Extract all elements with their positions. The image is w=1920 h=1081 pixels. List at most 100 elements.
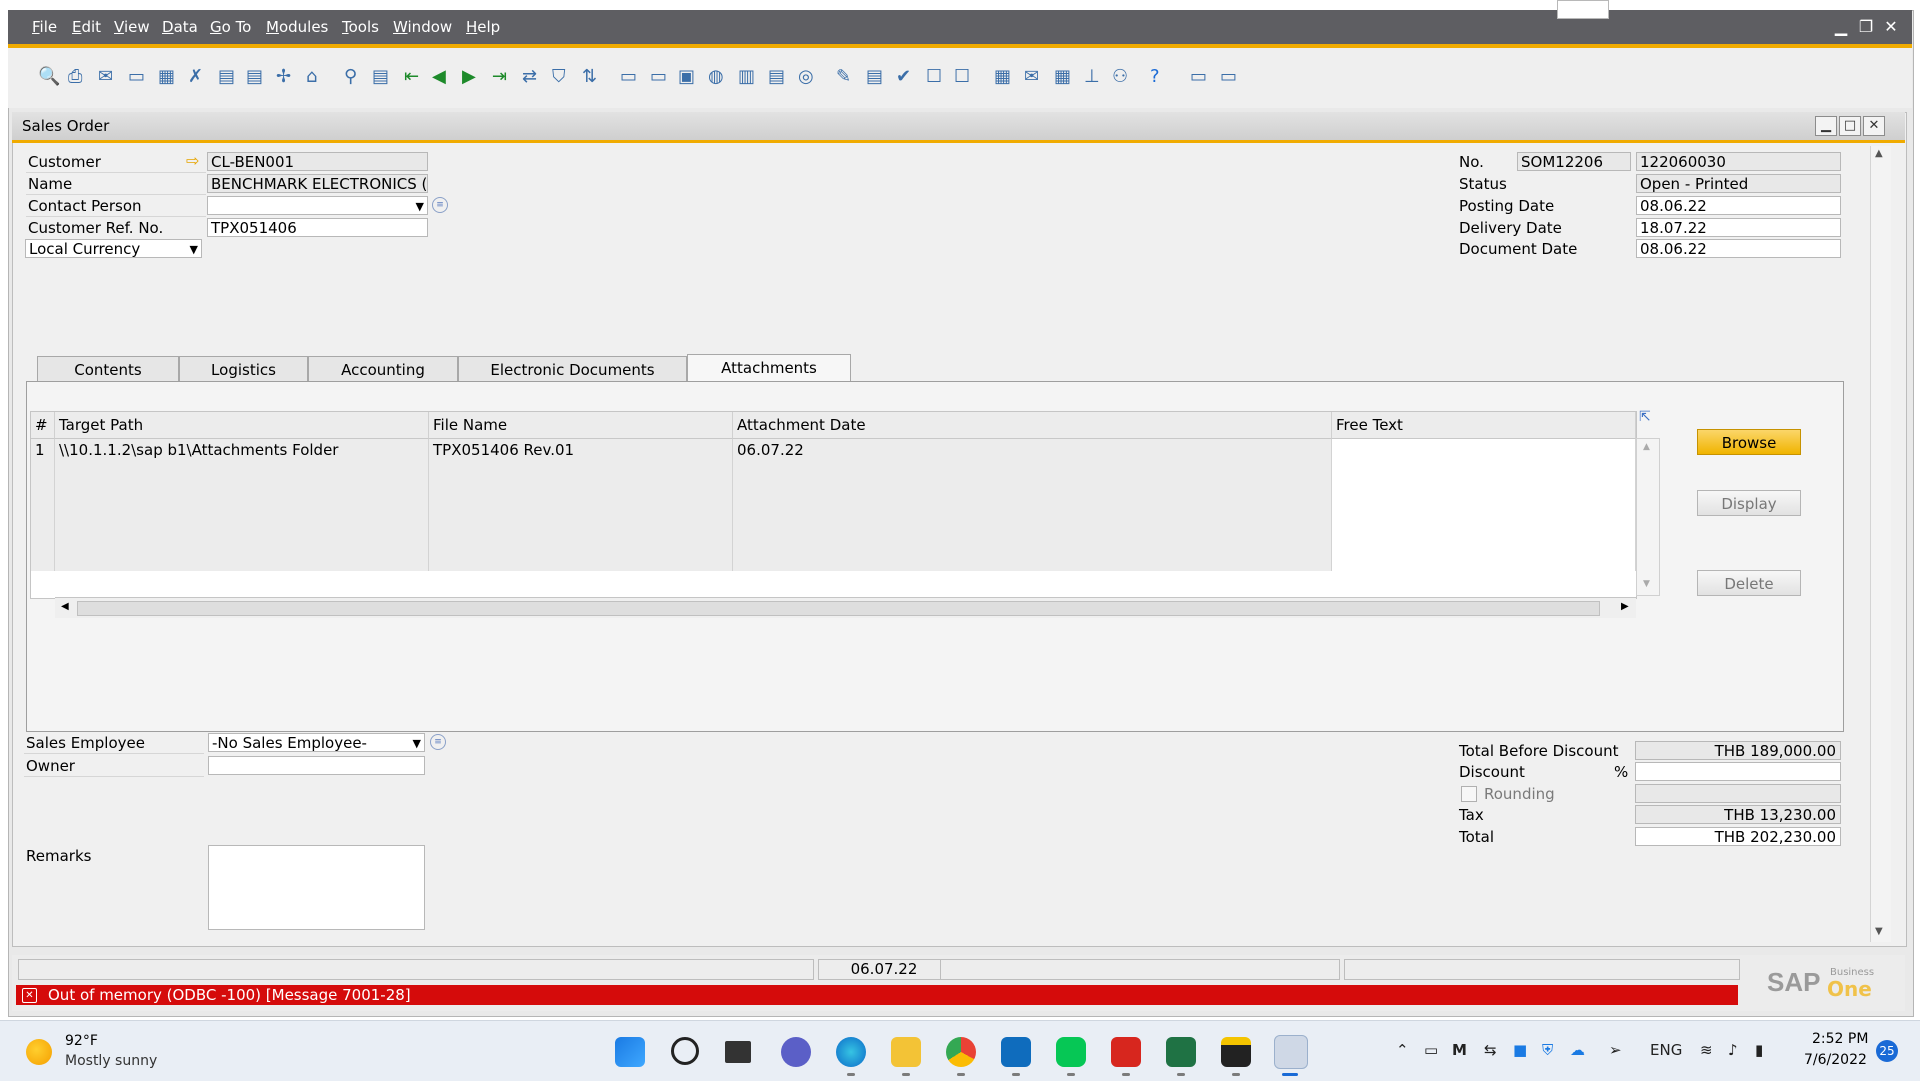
expand-icon[interactable]: ⇱ xyxy=(1639,409,1651,425)
column-header-file-name[interactable]: File Name xyxy=(429,412,733,439)
refresh-icon[interactable]: ⇄ xyxy=(522,66,546,90)
language-indicator[interactable]: ENG xyxy=(1650,1041,1682,1059)
send-icon[interactable]: ➢ xyxy=(1609,1041,1622,1059)
menu-tools[interactable]: Tools xyxy=(342,18,379,36)
form-scrollbar[interactable]: ▲ ▼ xyxy=(1870,146,1891,942)
chevron-up-icon[interactable]: ⌃ xyxy=(1396,1041,1409,1059)
help-icon[interactable]: ? xyxy=(1150,66,1174,90)
previous-icon[interactable]: ◀ xyxy=(432,66,456,90)
free-text-cell[interactable] xyxy=(1332,439,1636,461)
table-row[interactable] xyxy=(31,549,1636,571)
menu-data[interactable]: Data xyxy=(162,18,198,36)
mail-alert-icon[interactable]: ✉ xyxy=(1024,66,1048,90)
first-icon[interactable]: ⇤ xyxy=(404,66,428,90)
message-icon[interactable]: ☐ xyxy=(926,66,950,90)
restore-icon[interactable]: ❐ xyxy=(1857,18,1875,36)
menu-file[interactable]: File xyxy=(32,18,57,36)
so-maximize-icon[interactable]: □ xyxy=(1839,116,1861,136)
base-document-icon[interactable]: ▭ xyxy=(620,66,644,90)
menu-modules[interactable]: Modules xyxy=(266,18,328,36)
settings-icon[interactable]: ▤ xyxy=(768,66,792,90)
menu-edit[interactable]: Edit xyxy=(72,18,101,36)
tab-logistics[interactable]: Logistics xyxy=(179,356,308,382)
scroll-up-icon[interactable]: ▲ xyxy=(1875,148,1883,159)
lock-icon[interactable]: ⌂ xyxy=(306,66,330,90)
next-icon[interactable]: ▶ xyxy=(462,66,486,90)
column-header-attachment-date[interactable]: Attachment Date xyxy=(733,412,1332,439)
info-icon[interactable]: ≡ xyxy=(432,197,448,213)
battery-icon[interactable]: ▮ xyxy=(1755,1041,1763,1059)
scroll-down-icon[interactable]: ▼ xyxy=(1875,926,1883,937)
owner-field[interactable] xyxy=(208,756,425,775)
sap-b1-icon[interactable] xyxy=(1274,1035,1308,1069)
browse-button[interactable]: Browse xyxy=(1697,429,1801,455)
menu-help[interactable]: Help xyxy=(466,18,500,36)
edge-icon[interactable] xyxy=(836,1037,866,1067)
weather-temp[interactable]: 92°F xyxy=(65,1033,98,1049)
contact-person-select[interactable]: ▼ xyxy=(207,196,428,215)
customer-field[interactable]: CL-BEN001 xyxy=(207,152,428,171)
currency-select[interactable]: Local Currency ▼ xyxy=(25,239,202,258)
notification-badge[interactable]: 25 xyxy=(1876,1040,1898,1062)
approve-icon[interactable]: ✔ xyxy=(896,66,920,90)
delivery-date-field[interactable]: 18.07.22 xyxy=(1636,218,1841,237)
add-icon[interactable]: ▤ xyxy=(372,66,396,90)
print-preview-icon[interactable]: ▤ xyxy=(218,66,242,90)
preview-icon[interactable]: 🔍 xyxy=(38,66,62,90)
clock-date[interactable]: 7/6/2022 xyxy=(1804,1052,1867,1068)
export-word-icon[interactable]: ✗ xyxy=(188,66,212,90)
query-icon[interactable]: ◎ xyxy=(798,66,822,90)
tab-electronic-documents[interactable]: Electronic Documents xyxy=(458,356,687,382)
column-header-free-text[interactable]: Free Text xyxy=(1332,412,1636,439)
target-document-icon[interactable]: ▭ xyxy=(650,66,674,90)
remarks-textarea[interactable] xyxy=(208,845,425,930)
scroll-thumb[interactable] xyxy=(77,601,1600,616)
task-view-icon[interactable] xyxy=(725,1041,751,1063)
acrobat-icon[interactable] xyxy=(1111,1037,1141,1067)
column-header-num[interactable]: # xyxy=(31,412,55,439)
discount-amount-field[interactable] xyxy=(1635,762,1841,781)
volume-icon[interactable]: ♪ xyxy=(1728,1041,1738,1059)
print-icon[interactable]: ⎙ xyxy=(68,66,92,90)
table-row[interactable] xyxy=(31,461,1636,483)
target-path-cell[interactable]: \\10.1.1.2\sap b1\Attachments Folder xyxy=(55,439,429,461)
scroll-up-icon[interactable]: ▲ xyxy=(1643,442,1650,452)
chrome-icon[interactable] xyxy=(946,1037,976,1067)
discount-percent-field[interactable] xyxy=(1557,0,1609,19)
file-explorer-icon[interactable] xyxy=(891,1037,921,1067)
cloud-icon[interactable]: ☁ xyxy=(1570,1041,1585,1059)
line-icon[interactable] xyxy=(1056,1037,1086,1067)
outlook-icon[interactable] xyxy=(1001,1037,1031,1067)
posting-date-field[interactable]: 08.06.22 xyxy=(1636,196,1841,215)
filter-icon[interactable]: ⛉ xyxy=(552,66,576,90)
attachment-date-cell[interactable]: 06.07.22 xyxy=(733,439,1332,461)
weather-sun-icon[interactable] xyxy=(26,1039,52,1065)
last-icon[interactable]: ⇥ xyxy=(492,66,516,90)
so-minimize-icon[interactable]: ▁ xyxy=(1815,116,1837,136)
tab-contents[interactable]: Contents xyxy=(37,356,179,382)
organization-icon[interactable]: ⊥ xyxy=(1084,66,1108,90)
tray-app-icon[interactable]: M xyxy=(1452,1041,1467,1059)
table-row[interactable] xyxy=(31,483,1636,505)
find-icon[interactable]: ⚲ xyxy=(344,66,368,90)
info-icon[interactable]: ≡ xyxy=(430,734,446,750)
sticky-notes-icon[interactable] xyxy=(1221,1037,1251,1067)
calendar-icon[interactable]: ▦ xyxy=(994,66,1018,90)
launch-icon[interactable]: ✢ xyxy=(276,66,300,90)
series-field[interactable]: SOM12206 xyxy=(1517,152,1631,171)
doc-number-field[interactable]: 122060030 xyxy=(1636,152,1841,171)
display-button[interactable]: Display xyxy=(1697,490,1801,516)
column-header-target-path[interactable]: Target Path xyxy=(55,412,429,439)
teams-chat-icon[interactable] xyxy=(781,1037,811,1067)
so-close-icon[interactable]: ✕ xyxy=(1863,116,1885,136)
clock-time[interactable]: 2:52 PM xyxy=(1812,1031,1868,1047)
sort-icon[interactable]: ⇅ xyxy=(582,66,606,90)
start-icon[interactable] xyxy=(615,1037,645,1067)
shield-icon[interactable]: ⛨ xyxy=(1542,1041,1553,1059)
edit-icon[interactable]: ✎ xyxy=(836,66,860,90)
tray-app-icon[interactable]: ■ xyxy=(1513,1041,1527,1059)
search-icon[interactable] xyxy=(671,1037,699,1065)
alerts-icon[interactable]: ☐ xyxy=(954,66,978,90)
scroll-right-icon[interactable]: ▶ xyxy=(1621,601,1629,612)
grid-vertical-scrollbar[interactable]: ▲ ▼ xyxy=(1636,438,1660,596)
